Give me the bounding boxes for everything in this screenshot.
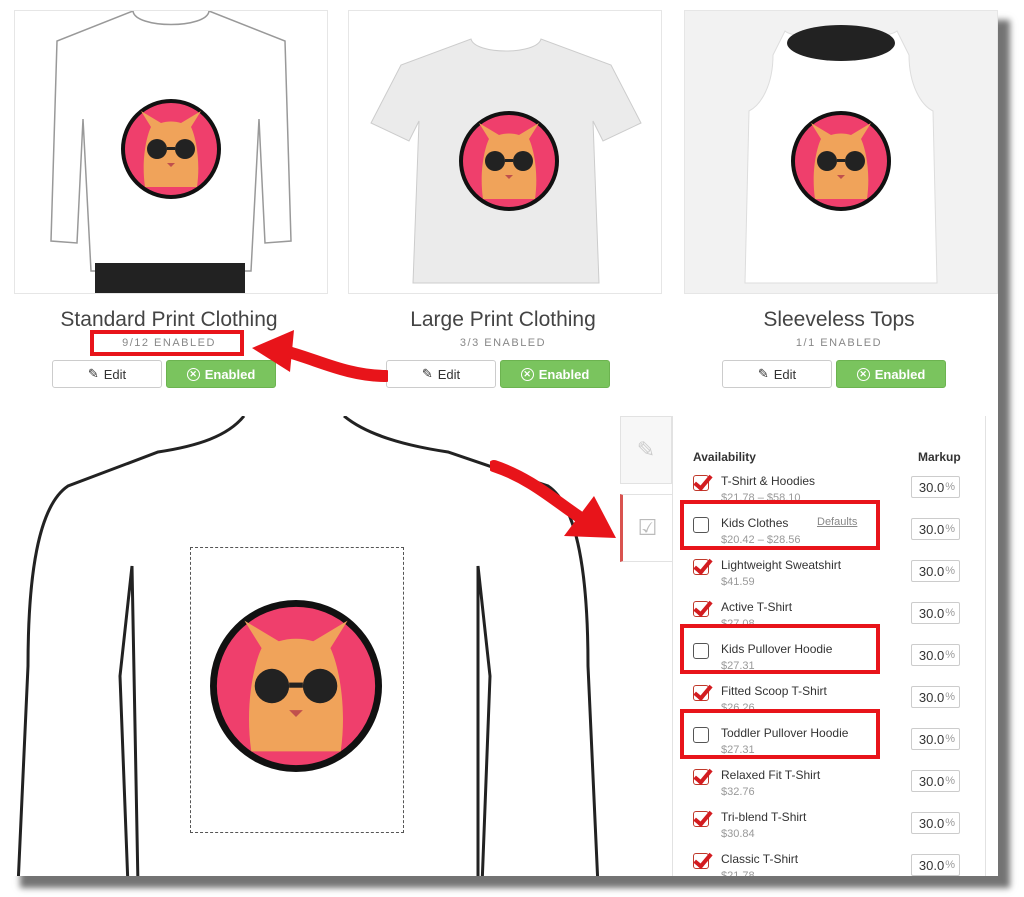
markup-value: 30.0 bbox=[918, 857, 945, 873]
red-arrow-right-icon bbox=[490, 460, 616, 538]
highlight-box bbox=[680, 709, 880, 759]
edit-icon: ✎ bbox=[757, 366, 769, 381]
percent-sign: % bbox=[945, 607, 955, 619]
availability-checkbox[interactable] bbox=[693, 685, 709, 701]
edit-button[interactable]: ✎ Edit bbox=[386, 360, 496, 388]
product-price: $41.59 bbox=[721, 576, 755, 588]
markup-value: 30.0 bbox=[918, 815, 945, 831]
product-name: T-Shirt & Hoodies bbox=[721, 474, 816, 488]
edit-button[interactable]: ✎ Edit bbox=[722, 360, 832, 388]
card-title: Large Print Clothing bbox=[410, 308, 596, 331]
availability-checkbox[interactable] bbox=[693, 811, 709, 827]
markup-input[interactable]: 30.0% bbox=[911, 518, 960, 540]
edit-button[interactable]: ✎ Edit bbox=[52, 360, 162, 388]
enabled-toggle-button[interactable]: ✕ Enabled bbox=[836, 360, 946, 388]
percent-sign: % bbox=[945, 691, 955, 703]
availability-checkbox[interactable] bbox=[693, 853, 709, 869]
percent-sign: % bbox=[945, 859, 955, 871]
markup-input[interactable]: 30.0% bbox=[911, 686, 960, 708]
edit-icon: ✎ bbox=[421, 366, 433, 381]
product-price: $32.76 bbox=[721, 786, 755, 798]
product-row: Tri-blend T-Shirt $30.84 30.0% bbox=[693, 808, 973, 850]
screenshot-frame: Standard Print Clothing 9/12 ENABLED ✎ E… bbox=[8, 8, 998, 876]
enabled-label: Enabled bbox=[538, 366, 590, 382]
availability-header: Availability bbox=[693, 450, 756, 464]
product-card-large: Large Print Clothing 3/3 ENABLED ✎ Edit … bbox=[344, 8, 662, 416]
product-name: Tri-blend T-Shirt bbox=[721, 810, 807, 824]
circle-x-icon: ✕ bbox=[520, 367, 534, 381]
percent-sign: % bbox=[945, 649, 955, 661]
markup-header: Markup bbox=[918, 450, 961, 464]
product-row: Lightweight Sweatshirt $41.59 30.0% bbox=[693, 556, 973, 598]
markup-value: 30.0 bbox=[918, 479, 945, 495]
checkmark-icon: ☑ bbox=[637, 515, 658, 540]
enabled-label: Enabled bbox=[874, 366, 926, 382]
availability-checkbox[interactable] bbox=[693, 475, 709, 491]
markup-input[interactable]: 30.0% bbox=[911, 602, 960, 624]
availability-checkbox[interactable] bbox=[693, 601, 709, 617]
product-card-sleeveless: Sleeveless Tops 1/1 ENABLED ✎ Edit ✕ Ena… bbox=[680, 8, 998, 416]
markup-input[interactable]: 30.0% bbox=[911, 644, 960, 666]
product-row: Classic T-Shirt $21.78 30.0% bbox=[693, 850, 973, 876]
tab-availability[interactable]: ☑ bbox=[620, 494, 672, 562]
markup-value: 30.0 bbox=[918, 773, 945, 789]
product-thumbnail[interactable] bbox=[14, 10, 328, 294]
percent-sign: % bbox=[945, 817, 955, 829]
product-name: Relaxed Fit T-Shirt bbox=[721, 768, 821, 782]
edit-label: Edit bbox=[103, 366, 127, 382]
markup-value: 30.0 bbox=[918, 647, 945, 663]
highlight-box bbox=[680, 500, 880, 550]
percent-sign: % bbox=[945, 523, 955, 535]
markup-value: 30.0 bbox=[918, 689, 945, 705]
percent-sign: % bbox=[945, 775, 955, 787]
markup-input[interactable]: 30.0% bbox=[911, 476, 960, 498]
highlight-box bbox=[680, 624, 880, 674]
panel-tabs: ✎ ☑ bbox=[620, 416, 672, 562]
enabled-count: 3/3 ENABLED bbox=[459, 337, 547, 349]
product-price: $30.84 bbox=[721, 828, 755, 840]
print-area bbox=[190, 547, 404, 833]
availability-checkbox[interactable] bbox=[693, 559, 709, 575]
circle-x-icon: ✕ bbox=[856, 367, 870, 381]
red-arrow-left-icon bbox=[252, 330, 388, 382]
percent-sign: % bbox=[945, 733, 955, 745]
flat-tshirt-image bbox=[370, 38, 642, 284]
product-thumbnail[interactable] bbox=[348, 10, 662, 294]
tank-top-image bbox=[744, 25, 938, 284]
markup-input[interactable]: 30.0% bbox=[911, 728, 960, 750]
product-price: $21.78 bbox=[721, 870, 755, 876]
markup-input[interactable]: 30.0% bbox=[911, 770, 960, 792]
markup-value: 30.0 bbox=[918, 563, 945, 579]
percent-sign: % bbox=[945, 565, 955, 577]
enabled-count: 1/1 ENABLED bbox=[795, 337, 883, 349]
enabled-toggle-button[interactable]: ✕ Enabled bbox=[500, 360, 610, 388]
model-tshirt-image bbox=[50, 11, 292, 293]
edit-icon: ✎ bbox=[87, 366, 99, 381]
edit-label: Edit bbox=[773, 366, 797, 382]
edit-icon: ✎ bbox=[636, 437, 656, 462]
product-name: Lightweight Sweatshirt bbox=[721, 558, 842, 572]
product-row: Relaxed Fit T-Shirt $32.76 30.0% bbox=[693, 766, 973, 808]
percent-sign: % bbox=[945, 481, 955, 493]
card-title: Sleeveless Tops bbox=[763, 308, 915, 331]
product-name: Fitted Scoop T-Shirt bbox=[721, 684, 827, 698]
edit-label: Edit bbox=[437, 366, 461, 382]
markup-input[interactable]: 30.0% bbox=[911, 854, 960, 876]
circle-x-icon: ✕ bbox=[186, 367, 200, 381]
markup-value: 30.0 bbox=[918, 731, 945, 747]
markup-input[interactable]: 30.0% bbox=[911, 560, 960, 582]
product-name: Classic T-Shirt bbox=[721, 852, 799, 866]
product-thumbnail[interactable] bbox=[684, 10, 998, 294]
markup-value: 30.0 bbox=[918, 605, 945, 621]
markup-input[interactable]: 30.0% bbox=[911, 812, 960, 834]
markup-value: 30.0 bbox=[918, 521, 945, 537]
availability-checkbox[interactable] bbox=[693, 769, 709, 785]
tab-edit[interactable]: ✎ bbox=[620, 416, 672, 484]
product-name: Active T-Shirt bbox=[721, 600, 793, 614]
highlight-box bbox=[90, 330, 244, 356]
